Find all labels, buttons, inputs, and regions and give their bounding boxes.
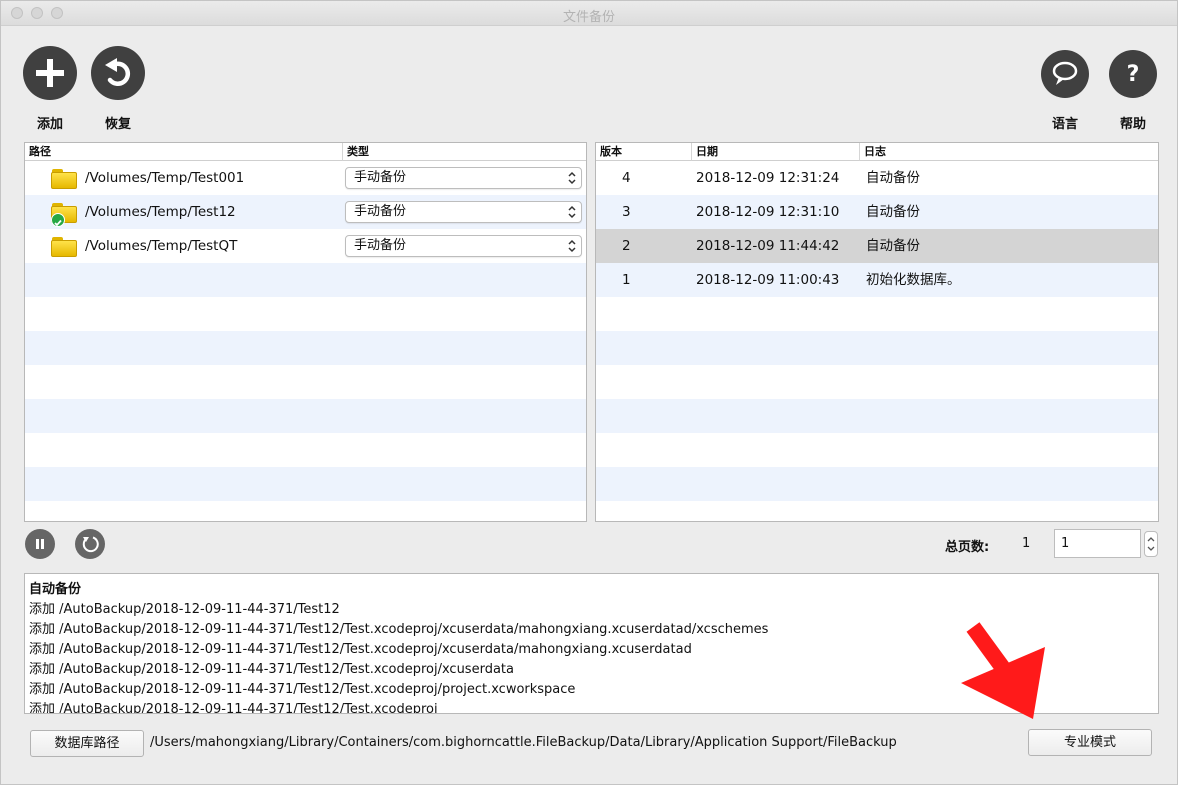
check-badge-icon <box>51 213 65 227</box>
table-row-selected[interactable]: 2 2018-12-09 11:44:42 自动备份 <box>596 229 1158 263</box>
database-path-text: /Users/mahongxiang/Library/Containers/co… <box>150 735 897 750</box>
add-label: 添加 <box>36 117 63 132</box>
empty-row <box>596 501 1158 521</box>
log-cell: 自动备份 <box>866 238 920 254</box>
total-pages-value: 1 <box>1022 536 1031 551</box>
log-cell: 自动备份 <box>866 170 920 186</box>
total-pages-label: 总页数: <box>945 540 990 555</box>
plus-icon <box>36 59 64 87</box>
empty-row <box>596 297 1158 331</box>
restore-button[interactable] <box>91 46 145 100</box>
empty-row <box>25 331 586 365</box>
log-cell: 自动备份 <box>866 204 920 220</box>
refresh-button[interactable] <box>75 529 105 559</box>
table-row[interactable]: 4 2018-12-09 12:31:24 自动备份 <box>596 161 1158 195</box>
date-cell: 2018-12-09 11:00:43 <box>696 272 840 288</box>
backup-type-select[interactable]: 手动备份 <box>345 201 582 223</box>
help-button[interactable]: ? <box>1109 50 1157 98</box>
pro-mode-button[interactable]: 专业模式 <box>1028 729 1152 756</box>
date-cell: 2018-12-09 12:31:24 <box>696 170 840 186</box>
backup-type-select[interactable]: 手动备份 <box>345 167 582 189</box>
empty-row <box>596 467 1158 501</box>
page-stepper[interactable] <box>1144 531 1158 557</box>
path-cell: /Volumes/Temp/Test001 <box>85 170 245 186</box>
window-title: 文件备份 <box>562 10 615 25</box>
chevron-up-down-icon <box>568 239 576 253</box>
empty-row <box>25 365 586 399</box>
help-label: 帮助 <box>1119 117 1146 132</box>
red-arrow-annotation-icon <box>961 622 1045 719</box>
date-cell: 2018-12-09 11:44:42 <box>696 238 840 254</box>
title-bar: 文件备份 <box>1 1 1177 26</box>
folder-icon <box>51 237 77 257</box>
column-header-date[interactable]: 日期 <box>692 143 860 161</box>
date-cell: 2018-12-09 12:31:10 <box>696 204 840 220</box>
version-history-table: 版本 日期 日志 4 2018-12-09 12:31:24 自动备份 3 20… <box>595 142 1159 522</box>
column-header-path[interactable]: 路径 <box>25 143 343 161</box>
empty-row <box>25 297 586 331</box>
column-header-log[interactable]: 日志 <box>860 143 1158 161</box>
version-cell: 2 <box>622 238 631 254</box>
column-header-type[interactable]: 类型 <box>343 143 586 161</box>
table-row[interactable]: 1 2018-12-09 11:00:43 初始化数据库。 <box>596 263 1158 297</box>
column-header-version[interactable]: 版本 <box>596 143 692 161</box>
table-row[interactable]: 3 2018-12-09 12:31:10 自动备份 <box>596 195 1158 229</box>
chevron-up-down-icon <box>568 205 576 219</box>
backup-type-value: 手动备份 <box>354 204 407 219</box>
stepper-arrows-icon <box>1147 537 1155 551</box>
source-folder-table: 路径 类型 /Volumes/Temp/Test001 手动备份 /Volume… <box>24 142 587 522</box>
backup-type-value: 手动备份 <box>354 170 407 185</box>
log-line: 添加 /AutoBackup/2018-12-09-11-44-371/Test… <box>29 602 340 617</box>
backup-type-value: 手动备份 <box>354 238 407 253</box>
empty-row <box>25 467 586 501</box>
undo-icon <box>105 58 131 86</box>
version-cell: 4 <box>622 170 631 186</box>
restore-label: 恢复 <box>104 117 131 132</box>
empty-row <box>596 365 1158 399</box>
empty-row <box>596 331 1158 365</box>
table-row[interactable]: /Volumes/Temp/Test12 手动备份 <box>25 195 586 229</box>
chevron-up-down-icon <box>568 171 576 185</box>
version-cell: 1 <box>622 272 631 288</box>
table-row[interactable]: /Volumes/Temp/Test001 手动备份 <box>25 161 586 195</box>
empty-row <box>596 433 1158 467</box>
speech-bubble-icon <box>1052 61 1078 85</box>
path-cell: /Volumes/Temp/Test12 <box>85 204 236 220</box>
refresh-icon <box>82 536 99 553</box>
pause-icon <box>36 539 44 549</box>
language-button[interactable] <box>1041 50 1089 98</box>
table-row[interactable]: /Volumes/Temp/TestQT 手动备份 <box>25 229 586 263</box>
log-line: 自动备份 <box>29 582 82 597</box>
app-window: 文件备份 添加 恢复 语言 ? 帮助 路径 类型 /Volumes/Temp/T… <box>0 0 1178 785</box>
language-label: 语言 <box>1051 117 1078 132</box>
question-mark-icon: ? <box>1126 61 1140 87</box>
empty-row <box>25 433 586 467</box>
add-button[interactable] <box>23 46 77 100</box>
empty-row <box>25 399 586 433</box>
version-cell: 3 <box>622 204 631 220</box>
folder-icon <box>51 169 77 189</box>
page-number-input[interactable]: 1 <box>1054 529 1141 558</box>
pause-button[interactable] <box>25 529 55 559</box>
empty-row <box>25 263 586 297</box>
empty-row <box>596 399 1158 433</box>
path-cell: /Volumes/Temp/TestQT <box>85 238 238 254</box>
empty-row <box>25 501 586 521</box>
log-cell: 初始化数据库。 <box>866 272 961 288</box>
database-path-button[interactable]: 数据库路径 <box>30 730 144 757</box>
backup-type-select[interactable]: 手动备份 <box>345 235 582 257</box>
